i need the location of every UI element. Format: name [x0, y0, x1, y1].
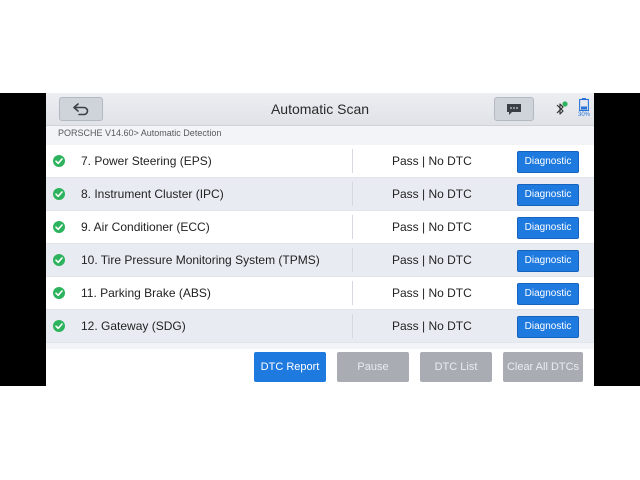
table-row: 10. Tire Pressure Monitoring System (TPM…: [46, 244, 594, 277]
diagnostic-button[interactable]: Diagnostic: [517, 250, 579, 272]
table-row: 11. Parking Brake (ABS) Pass | No DTC Di…: [46, 277, 594, 310]
check-circle-icon: [53, 320, 65, 332]
clear-all-dtcs-button[interactable]: Clear All DTCs: [503, 352, 583, 382]
module-list: 7. Power Steering (EPS) Pass | No DTC Di…: [46, 145, 594, 343]
diagnostic-button[interactable]: Diagnostic: [517, 217, 579, 239]
dtc-report-button[interactable]: DTC Report: [254, 352, 326, 382]
footer-toolbar: DTC Report Pause DTC List Clear All DTCs: [46, 349, 594, 386]
check-circle-icon: [53, 155, 65, 167]
battery-status: 30%: [576, 98, 592, 120]
message-button[interactable]: [494, 97, 534, 121]
breadcrumb: PORSCHE V14.60> Automatic Detection: [58, 128, 222, 138]
check-circle-icon: [53, 221, 65, 233]
table-row: 9. Air Conditioner (ECC) Pass | No DTC D…: [46, 211, 594, 244]
battery-percent: 30%: [577, 112, 590, 118]
divider: [352, 182, 353, 206]
battery-icon: [579, 98, 589, 111]
module-name: 10. Tire Pressure Monitoring System (TPM…: [81, 253, 320, 267]
divider: [352, 215, 353, 239]
diagnostic-button[interactable]: Diagnostic: [517, 184, 579, 206]
divider: [352, 314, 353, 338]
module-status: Pass | No DTC: [392, 253, 472, 267]
back-arrow-icon: [73, 103, 89, 116]
pause-button[interactable]: Pause: [337, 352, 409, 382]
diagnostic-button[interactable]: Diagnostic: [517, 151, 579, 173]
bluetooth-icon: [556, 101, 568, 115]
divider: [352, 248, 353, 272]
header-bar: Automatic Scan 30%: [46, 93, 594, 126]
module-name: 11. Parking Brake (ABS): [81, 286, 211, 300]
check-circle-icon: [53, 287, 65, 299]
app-screen: Automatic Scan 30% PORSCHE V14.60> Autom…: [46, 93, 594, 386]
check-circle-icon: [53, 254, 65, 266]
module-status: Pass | No DTC: [392, 286, 472, 300]
table-row: 7. Power Steering (EPS) Pass | No DTC Di…: [46, 145, 594, 178]
module-status: Pass | No DTC: [392, 154, 472, 168]
divider: [352, 281, 353, 305]
check-circle-icon: [53, 188, 65, 200]
module-name: 12. Gateway (SDG): [81, 319, 186, 333]
module-status: Pass | No DTC: [392, 187, 472, 201]
dtc-list-button[interactable]: DTC List: [420, 352, 492, 382]
module-name: 7. Power Steering (EPS): [81, 154, 212, 168]
diagnostic-button[interactable]: Diagnostic: [517, 283, 579, 305]
divider: [352, 149, 353, 173]
module-status: Pass | No DTC: [392, 220, 472, 234]
module-name: 9. Air Conditioner (ECC): [81, 220, 210, 234]
table-row: 8. Instrument Cluster (IPC) Pass | No DT…: [46, 178, 594, 211]
message-icon: [507, 103, 521, 115]
back-button[interactable]: [59, 97, 103, 121]
table-row: 12. Gateway (SDG) Pass | No DTC Diagnost…: [46, 310, 594, 343]
module-name: 8. Instrument Cluster (IPC): [81, 187, 224, 201]
module-status: Pass | No DTC: [392, 319, 472, 333]
diagnostic-button[interactable]: Diagnostic: [517, 316, 579, 338]
